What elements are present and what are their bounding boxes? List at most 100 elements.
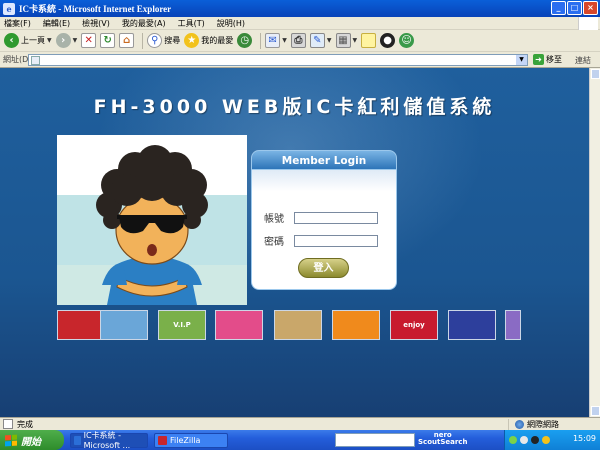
back-label: 上一頁 xyxy=(21,36,45,45)
mail-dropdown-icon[interactable]: ▼ xyxy=(282,37,287,44)
page-icon xyxy=(31,55,40,65)
mascot-image xyxy=(57,135,247,305)
discuss-dropdown-icon[interactable]: ▼ xyxy=(353,37,358,44)
sample-card: V.I.P xyxy=(158,310,206,340)
toolbar-separator xyxy=(142,32,144,49)
sample-card xyxy=(274,310,322,340)
windows-logo-icon xyxy=(578,17,598,30)
menu-view[interactable]: 檢視(V) xyxy=(82,18,110,29)
password-input[interactable] xyxy=(294,234,378,247)
history-button[interactable]: ◷ xyxy=(237,33,253,48)
system-tray: 15:09 xyxy=(504,430,600,450)
stop-button[interactable]: ✕ xyxy=(81,33,97,48)
refresh-button[interactable]: ↻ xyxy=(100,33,116,48)
taskbar-item-ie[interactable]: IC卡系統 - Microsoft ... xyxy=(70,431,148,450)
edit-button[interactable]: ✎ ▼ xyxy=(309,33,332,48)
go-button[interactable]: ➜ 移至 xyxy=(533,54,562,65)
menu-tools[interactable]: 工具(T) xyxy=(178,18,205,29)
forward-dropdown-icon[interactable]: ▼ xyxy=(73,37,78,44)
back-dropdown-icon[interactable]: ▼ xyxy=(47,37,52,44)
account-label: 帳號 xyxy=(264,214,284,225)
page-headline: FH-3000 WEB版IC卡紅利儲值系統 xyxy=(93,96,496,118)
address-input[interactable]: ▼ xyxy=(28,54,528,66)
sample-card xyxy=(505,310,521,340)
scroll-up-button[interactable] xyxy=(591,69,600,79)
zone-label: 網際網路 xyxy=(527,420,559,429)
status-text: 完成 xyxy=(17,419,33,429)
security-zone: 網際網路 xyxy=(508,419,559,430)
go-arrow-icon: ➜ xyxy=(533,54,544,65)
tray-app-icon[interactable] xyxy=(542,436,550,444)
start-button[interactable]: 開始 xyxy=(0,430,64,450)
sample-card xyxy=(57,310,105,340)
vertical-scrollbar[interactable] xyxy=(589,68,600,417)
page-content: FH-3000 WEB版IC卡紅利儲值系統 Member Login 帳號 密碼… xyxy=(0,68,589,417)
minimize-button[interactable]: _ xyxy=(551,1,566,15)
refresh-icon: ↻ xyxy=(100,33,116,48)
tray-network-icon[interactable] xyxy=(509,436,517,444)
account-input[interactable] xyxy=(294,211,378,224)
menu-file[interactable]: 檔案(F) xyxy=(4,18,31,29)
mail-icon: ✉ xyxy=(265,33,281,48)
menu-help[interactable]: 說明(H) xyxy=(217,18,245,29)
mascot-illustration xyxy=(57,135,247,305)
tray-volume-icon[interactable] xyxy=(520,436,528,444)
internet-globe-icon xyxy=(515,420,524,429)
nero-scout-logo: nero ScoutSearch xyxy=(418,431,468,446)
windows-taskbar: 開始 IC卡系統 - Microsoft ... FileZilla nero … xyxy=(0,430,600,450)
print-button[interactable]: ⎙ xyxy=(290,33,306,48)
status-bar: 完成 網際網路 xyxy=(0,417,600,430)
stop-icon: ✕ xyxy=(81,33,97,48)
back-button[interactable]: ‹ 上一頁 ▼ xyxy=(4,33,52,48)
sample-card xyxy=(215,310,263,340)
password-row: 密碼 xyxy=(264,233,378,248)
favorites-label: 我的最愛 xyxy=(201,36,234,45)
maximize-button[interactable]: □ xyxy=(567,1,582,15)
internet-explorer-icon xyxy=(74,435,81,445)
clock[interactable]: 15:09 xyxy=(573,434,596,443)
links-label[interactable]: 連結 xyxy=(575,55,591,66)
start-label: 開始 xyxy=(21,436,41,448)
messenger-button[interactable]: ☺ xyxy=(399,33,415,48)
forward-arrow-icon: › xyxy=(55,33,71,48)
login-panel-title: Member Login xyxy=(251,150,397,170)
printer-icon: ⎙ xyxy=(290,33,306,48)
nero-search-input[interactable] xyxy=(335,433,415,447)
edit-dropdown-icon[interactable]: ▼ xyxy=(327,37,332,44)
scroll-down-button[interactable] xyxy=(591,406,600,416)
menu-edit[interactable]: 編輯(E) xyxy=(43,18,70,29)
sample-card: enjoy xyxy=(390,310,438,340)
tray-qq-icon[interactable] xyxy=(531,436,539,444)
login-button[interactable]: 登入 xyxy=(298,258,349,278)
sample-card xyxy=(100,310,148,340)
home-icon: ⌂ xyxy=(119,33,135,48)
discuss-icon: ▦ xyxy=(335,33,351,48)
window-title: IC卡系統 - Microsoft Internet Explorer xyxy=(19,4,172,14)
search-icon: ⚲ xyxy=(147,33,163,48)
account-row: 帳號 xyxy=(264,210,378,225)
taskbar-item-filezilla[interactable]: FileZilla xyxy=(154,432,228,448)
favorites-button[interactable]: ★ 我的最愛 xyxy=(184,33,233,48)
member-login-panel: Member Login 帳號 密碼 登入 xyxy=(251,150,397,290)
toolbar-separator xyxy=(260,32,262,49)
penguin-icon: ● xyxy=(380,33,396,48)
qq-button[interactable]: ● xyxy=(380,33,396,48)
messenger-note-button[interactable] xyxy=(361,33,377,48)
mail-button[interactable]: ✉ ▼ xyxy=(265,33,287,48)
home-button[interactable]: ⌂ xyxy=(119,33,135,48)
task-label: FileZilla xyxy=(170,435,201,445)
filezilla-icon xyxy=(158,435,167,445)
discuss-button[interactable]: ▦ ▼ xyxy=(335,33,358,48)
page-done-icon xyxy=(3,419,13,429)
messenger-icon: ☺ xyxy=(399,33,415,48)
forward-button[interactable]: › ▼ xyxy=(55,33,78,48)
internet-explorer-icon: e xyxy=(3,2,15,15)
menu-favorites[interactable]: 我的最愛(A) xyxy=(122,18,166,29)
sample-card xyxy=(448,310,496,340)
window-title-bar: e IC卡系統 - Microsoft Internet Explorer _ … xyxy=(0,0,600,17)
address-dropdown-icon[interactable]: ▼ xyxy=(516,55,527,65)
search-button[interactable]: ⚲ 搜尋 xyxy=(147,33,180,48)
close-button[interactable]: × xyxy=(583,1,598,15)
sample-card xyxy=(332,310,380,340)
card-samples-strip: V.I.P enjoy xyxy=(57,310,527,342)
